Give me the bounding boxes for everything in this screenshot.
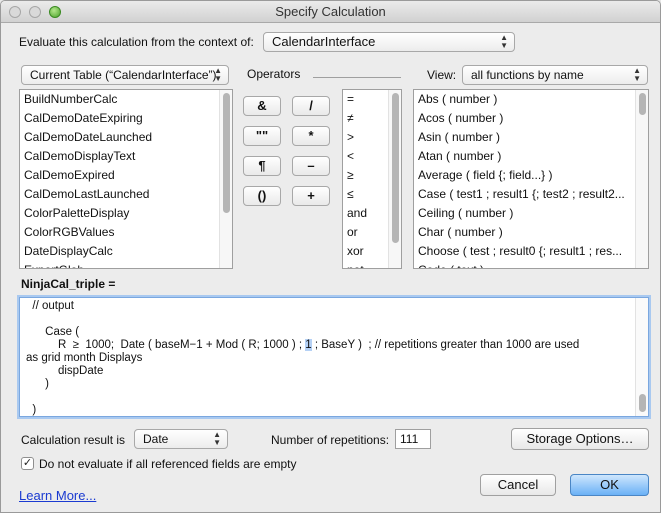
close-window-button[interactable] bbox=[9, 6, 21, 18]
op-button-quotes[interactable]: "" bbox=[243, 126, 281, 146]
operators-divider bbox=[313, 77, 401, 78]
popup-arrows-icon: ▲ ▼ bbox=[213, 430, 221, 447]
field-item[interactable]: CalDemoDisplayText bbox=[20, 147, 232, 166]
comparison-operators-list[interactable]: = ≠ > < ≥ ≤ and or xor not bbox=[342, 89, 402, 269]
repetitions-label: Number of repetitions: bbox=[271, 433, 390, 447]
function-item[interactable]: Atan ( number ) bbox=[414, 147, 648, 166]
code-line: dispDate bbox=[26, 365, 104, 377]
checkmark-icon: ✓ bbox=[22, 457, 33, 469]
popup-arrows-icon: ▲ ▼ bbox=[500, 33, 508, 50]
calculation-text[interactable]: // output Case ( R ≥ 1000; Date ( baseM−… bbox=[26, 300, 632, 416]
repetitions-field[interactable]: 111 bbox=[395, 429, 431, 449]
code-line: ) bbox=[26, 378, 49, 390]
fields-scroll-thumb[interactable] bbox=[223, 93, 230, 213]
op-button-concat[interactable]: & bbox=[243, 96, 281, 116]
context-popup[interactable]: CalendarInterface ▲ ▼ bbox=[263, 32, 515, 52]
result-type-label: Calculation result is bbox=[21, 433, 126, 447]
functions-list[interactable]: Abs ( number ) Acos ( number ) Asin ( nu… bbox=[413, 89, 649, 269]
field-item[interactable]: ColorPaletteDisplay bbox=[20, 204, 232, 223]
editor-scrollbar[interactable] bbox=[635, 298, 648, 416]
function-item[interactable]: Ceiling ( number ) bbox=[414, 204, 648, 223]
dont-evaluate-label[interactable]: Do not evaluate if all referenced fields… bbox=[39, 457, 296, 471]
popup-arrows-icon: ▲ ▼ bbox=[214, 66, 222, 83]
function-item[interactable]: Choose ( test ; result0 {; result1 ; res… bbox=[414, 242, 648, 261]
field-item[interactable]: CalDemoDateExpiring bbox=[20, 109, 232, 128]
result-type-value: Date bbox=[143, 432, 169, 446]
view-label: View: bbox=[427, 68, 457, 82]
storage-options-button[interactable]: Storage Options… bbox=[511, 428, 649, 450]
context-label: Evaluate this calculation from the conte… bbox=[19, 35, 254, 49]
code-line: as grid month Displays bbox=[26, 352, 143, 364]
field-item[interactable]: CalDemoLastLaunched bbox=[20, 185, 232, 204]
code-line-with-selection: R ≥ 1000; Date ( baseM−1 + Mod ( R; 1000… bbox=[26, 339, 632, 352]
function-item[interactable]: Char ( number ) bbox=[414, 223, 648, 242]
code-line: Case ( bbox=[26, 326, 80, 338]
title-bar: Specify Calculation bbox=[1, 1, 660, 23]
learn-more-link[interactable]: Learn More... bbox=[19, 488, 96, 503]
context-popup-value: CalendarInterface bbox=[272, 34, 376, 49]
field-item[interactable]: CalDemoDateLaunched bbox=[20, 128, 232, 147]
op-button-parentheses[interactable]: () bbox=[243, 186, 281, 206]
function-item[interactable]: Average ( field {; field...} ) bbox=[414, 166, 648, 185]
code-text: ; BaseY ) ; // repetitions greater than … bbox=[311, 339, 580, 351]
operators-scroll-thumb[interactable] bbox=[392, 93, 399, 243]
window-title: Specify Calculation bbox=[275, 4, 386, 19]
function-item[interactable]: Case ( test1 ; result1 {; test2 ; result… bbox=[414, 185, 648, 204]
function-item[interactable]: Asin ( number ) bbox=[414, 128, 648, 147]
cancel-button[interactable]: Cancel bbox=[480, 474, 556, 496]
minimize-window-button[interactable] bbox=[29, 6, 41, 18]
op-button-minus[interactable]: – bbox=[292, 156, 330, 176]
calculation-editor[interactable]: // output Case ( R ≥ 1000; Date ( baseM−… bbox=[19, 297, 649, 417]
code-text: R ≥ 1000; Date ( baseM−1 + Mod ( R; 1000… bbox=[26, 339, 306, 351]
op-button-plus[interactable]: + bbox=[292, 186, 330, 206]
functions-scrollbar[interactable] bbox=[635, 90, 648, 268]
popup-arrows-icon: ▲ ▼ bbox=[633, 66, 641, 83]
code-line: // output bbox=[26, 300, 74, 312]
fields-scrollbar[interactable] bbox=[219, 90, 232, 268]
editor-scroll-thumb[interactable] bbox=[639, 394, 646, 412]
operators-label: Operators bbox=[247, 67, 301, 81]
view-popup-value: all functions by name bbox=[471, 68, 584, 82]
op-button-multiply[interactable]: * bbox=[292, 126, 330, 146]
field-item[interactable]: ExportGlob bbox=[20, 261, 232, 268]
functions-scroll-thumb[interactable] bbox=[639, 93, 646, 115]
ok-button[interactable]: OK bbox=[570, 474, 649, 496]
table-popup[interactable]: Current Table (“CalendarInterface”) ▲ ▼ bbox=[21, 65, 229, 85]
fields-list[interactable]: BuildNumberCalc CalDemoDateExpiring CalD… bbox=[19, 89, 233, 269]
function-item[interactable]: Acos ( number ) bbox=[414, 109, 648, 128]
field-item[interactable]: BuildNumberCalc bbox=[20, 90, 232, 109]
calculation-field-name: NinjaCal_triple = bbox=[21, 277, 116, 291]
view-popup[interactable]: all functions by name ▲ ▼ bbox=[462, 65, 648, 85]
result-type-popup[interactable]: Date ▲ ▼ bbox=[134, 429, 228, 449]
zoom-window-button[interactable] bbox=[49, 6, 61, 18]
specify-calculation-dialog: Specify Calculation Evaluate this calcul… bbox=[0, 0, 661, 513]
op-button-divide[interactable]: / bbox=[292, 96, 330, 116]
function-item[interactable]: Abs ( number ) bbox=[414, 90, 648, 109]
function-item[interactable]: Code ( text ) bbox=[414, 261, 648, 268]
field-item[interactable]: ColorRGBValues bbox=[20, 223, 232, 242]
field-item[interactable]: CalDemoExpired bbox=[20, 166, 232, 185]
op-button-paragraph[interactable]: ¶ bbox=[243, 156, 281, 176]
operators-scrollbar[interactable] bbox=[388, 90, 401, 268]
table-popup-value: Current Table (“CalendarInterface”) bbox=[30, 68, 217, 82]
dont-evaluate-checkbox[interactable]: ✓ bbox=[21, 457, 34, 470]
code-line: ) bbox=[26, 404, 37, 416]
field-item[interactable]: DateDisplayCalc bbox=[20, 242, 232, 261]
